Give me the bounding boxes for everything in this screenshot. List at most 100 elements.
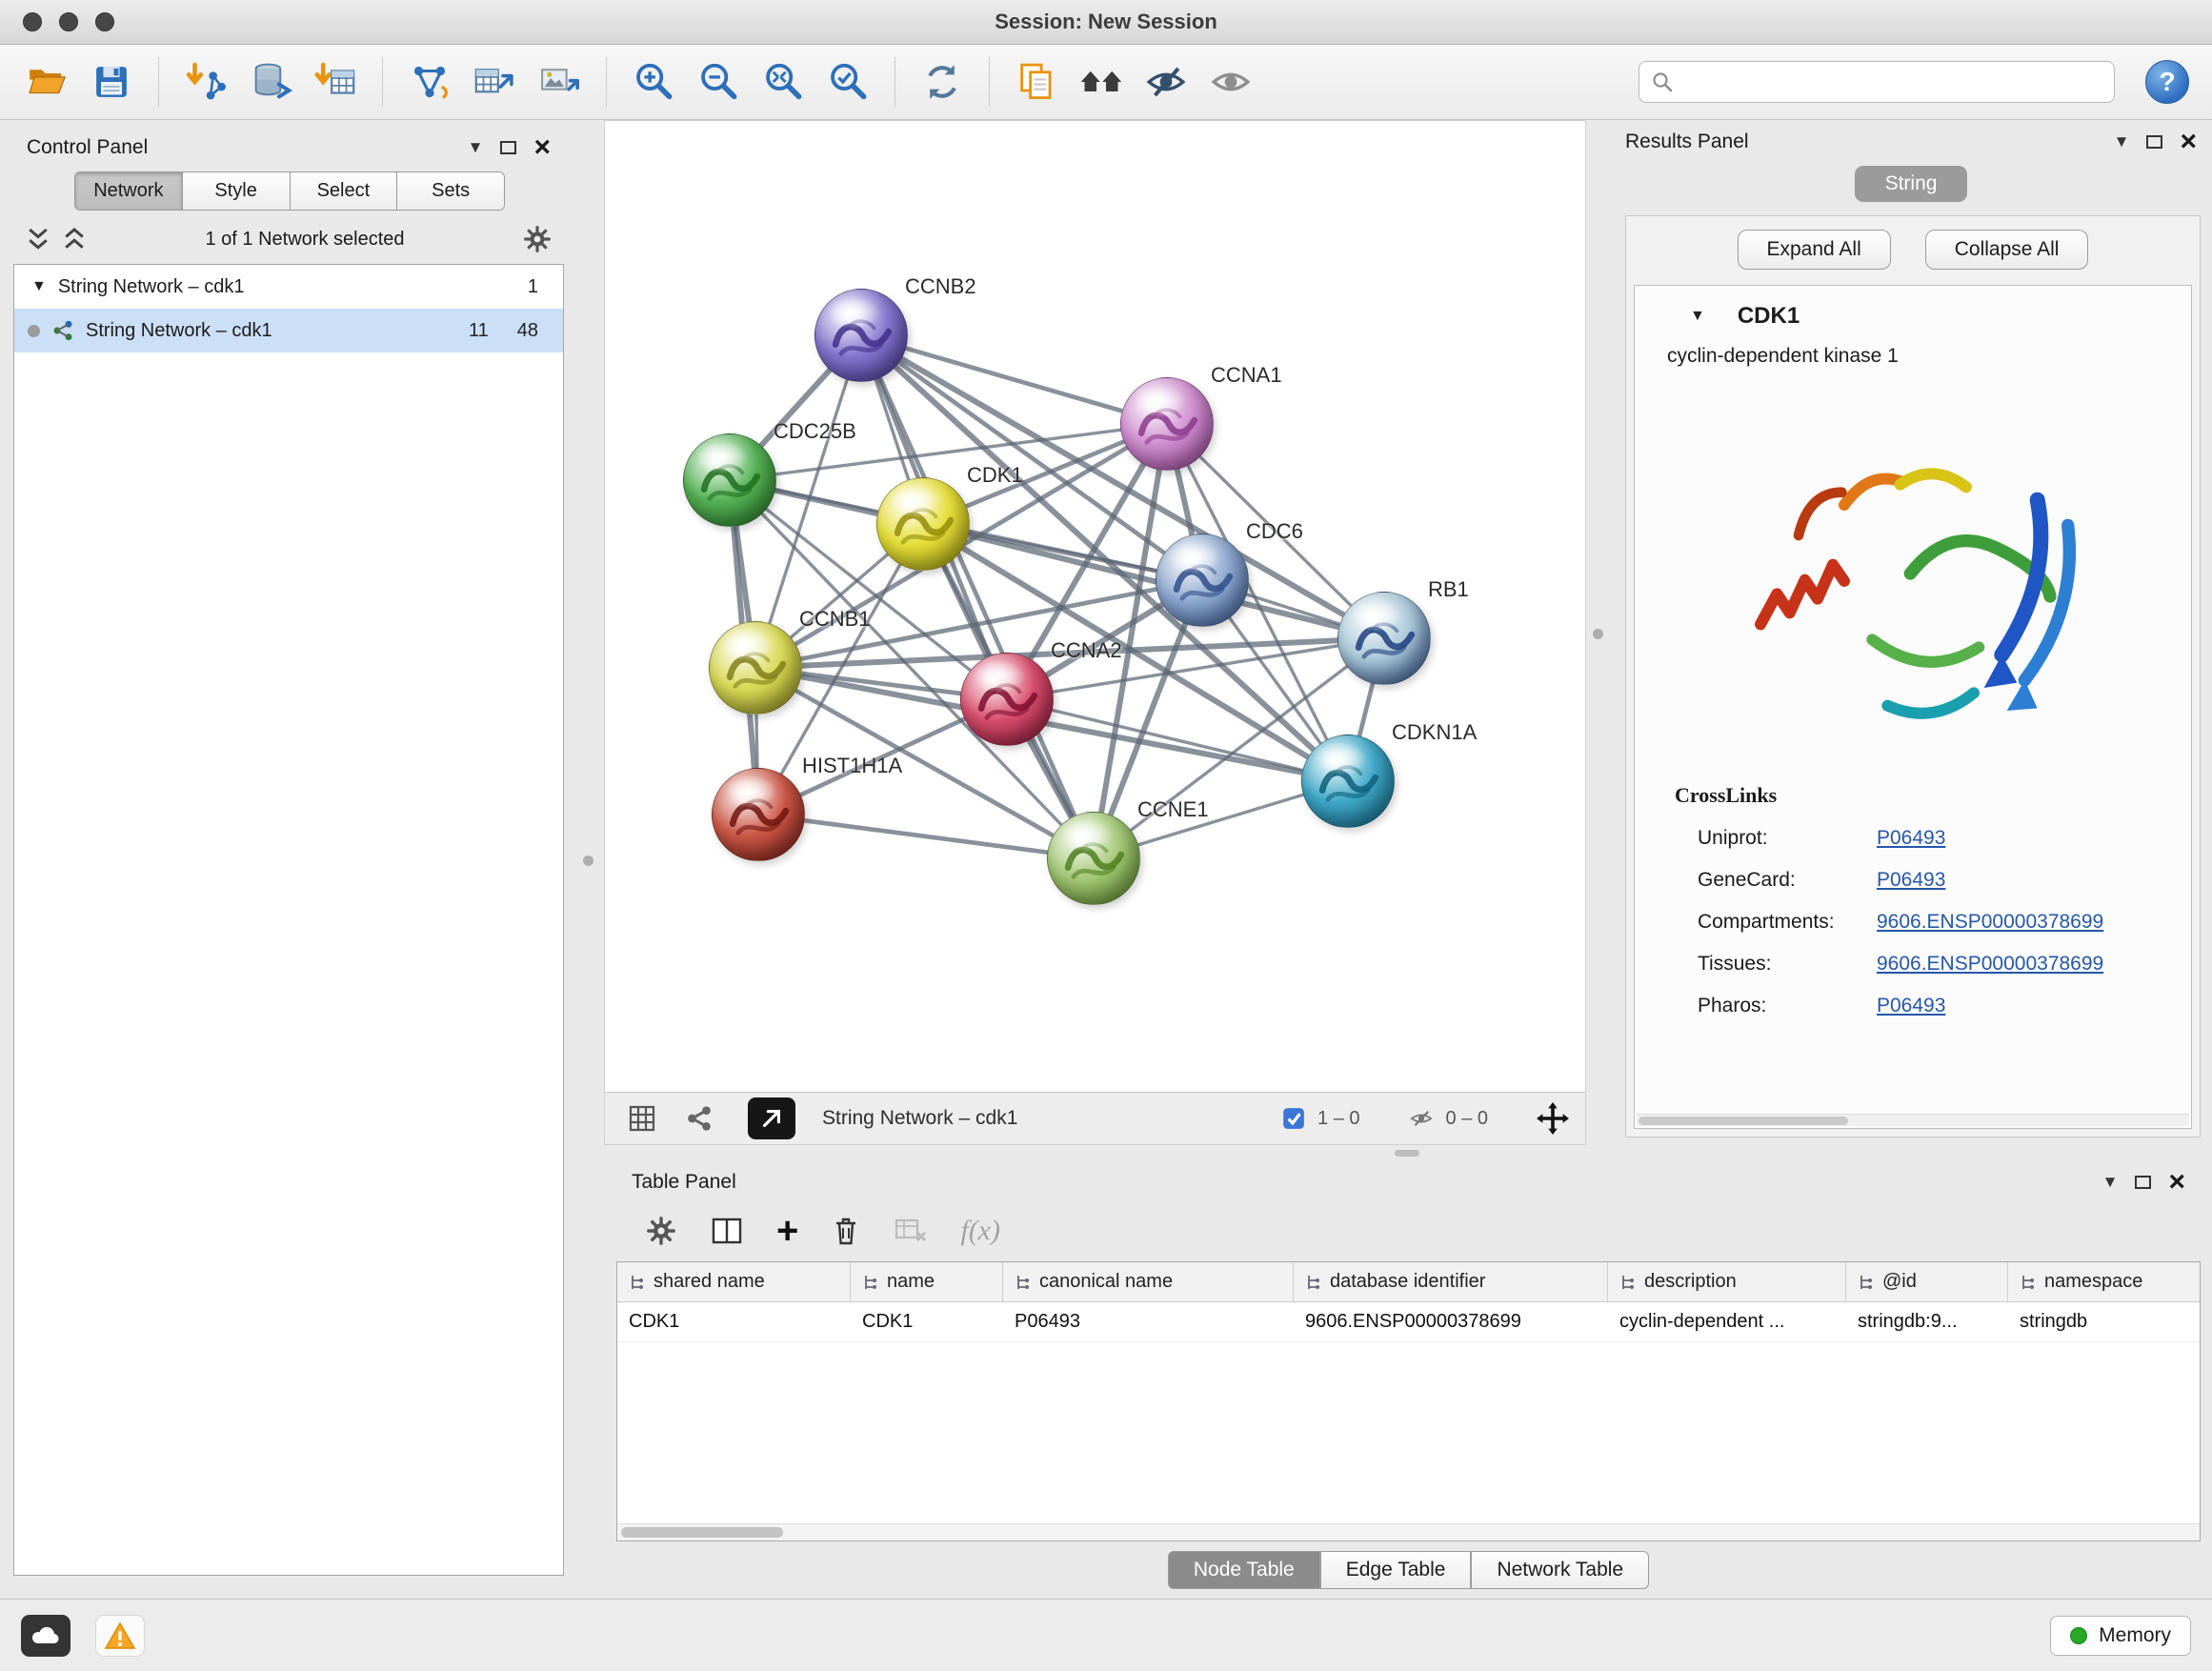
network-collection-row[interactable]: ▼ String Network – cdk1 1 [14, 265, 563, 309]
table-cell[interactable]: CDK1 [617, 1302, 851, 1341]
gear-icon[interactable] [645, 1215, 677, 1247]
open-session-button[interactable] [17, 53, 76, 111]
network-from-table-button[interactable] [465, 53, 524, 111]
maximize-window-button[interactable] [95, 12, 114, 31]
table-cell[interactable]: stringdb:9... [1846, 1302, 2008, 1341]
tab-network-table[interactable]: Network Table [1471, 1551, 1649, 1589]
cloud-button[interactable] [21, 1615, 70, 1657]
horizontal-splitter[interactable] [604, 1145, 2212, 1160]
memory-button[interactable]: Memory [2050, 1616, 2191, 1656]
export-image-button[interactable] [530, 53, 589, 111]
minimize-window-button[interactable] [59, 12, 78, 31]
horizontal-scrollbar[interactable] [1637, 1114, 2189, 1126]
network-node-ccne1[interactable] [1047, 812, 1140, 905]
crosslink-pharos[interactable]: P06493 [1877, 990, 1945, 1022]
network-overview-button[interactable] [677, 1098, 721, 1138]
column-header[interactable]: description [1608, 1262, 1846, 1301]
disclosure-triangle-icon[interactable]: ▼ [31, 278, 47, 295]
network-node-ccnb1[interactable] [709, 621, 802, 715]
refresh-button[interactable] [913, 53, 972, 111]
hidden-eye-slash-icon[interactable] [1408, 1106, 1435, 1131]
collapse-panel-icon[interactable]: ▼ [2114, 132, 2130, 151]
collapse-all-rows-icon[interactable] [61, 225, 88, 253]
column-header[interactable]: name [851, 1262, 1003, 1301]
zoom-in-button[interactable] [624, 53, 683, 111]
splitter-handle[interactable] [1395, 1150, 1419, 1157]
selected-checkbox-icon[interactable] [1281, 1106, 1306, 1131]
tab-string[interactable]: String [1855, 166, 1968, 202]
tab-sets[interactable]: Sets [397, 172, 504, 210]
column-header[interactable]: canonical name [1003, 1262, 1294, 1301]
close-panel-icon[interactable]: × [533, 133, 551, 162]
tab-edge-table[interactable]: Edge Table [1320, 1551, 1472, 1589]
table-cell[interactable]: 9606.ENSP00000378699 [1294, 1302, 1608, 1341]
close-window-button[interactable] [23, 12, 42, 31]
eye-button[interactable] [1201, 53, 1260, 111]
import-network-database-button[interactable] [241, 53, 300, 111]
import-network-file-button[interactable] [176, 53, 235, 111]
import-table-button[interactable] [306, 53, 365, 111]
network-node-ccna2[interactable] [960, 653, 1054, 746]
network-node-rb1[interactable] [1337, 592, 1431, 685]
column-header[interactable]: database identifier [1294, 1262, 1608, 1301]
float-panel-icon[interactable] [500, 141, 516, 154]
documents-button[interactable] [1007, 53, 1066, 111]
zoom-out-button[interactable] [689, 53, 748, 111]
search-input[interactable] [1681, 71, 2102, 93]
float-panel-icon[interactable] [2146, 135, 2162, 149]
expand-all-button[interactable]: Expand All [1738, 230, 1891, 270]
table-cell[interactable]: stringdb [2008, 1302, 2201, 1341]
gear-icon[interactable] [522, 224, 553, 254]
close-panel-icon[interactable]: × [2180, 128, 2197, 156]
tab-node-table[interactable]: Node Table [1168, 1551, 1320, 1589]
new-network-button[interactable] [400, 53, 459, 111]
network-row[interactable]: String Network – cdk1 11 48 [14, 309, 563, 352]
expand-all-rows-icon[interactable] [25, 225, 51, 253]
network-node-cdc25b[interactable] [683, 433, 776, 527]
horizontal-scrollbar[interactable] [617, 1523, 2200, 1540]
network-node-cdkn1a[interactable] [1301, 735, 1395, 828]
zoom-selected-button[interactable] [818, 53, 877, 111]
crosslink-uniprot[interactable]: P06493 [1877, 822, 1945, 855]
table-cell[interactable]: CDK1 [851, 1302, 1003, 1341]
trash-icon[interactable] [831, 1215, 861, 1247]
splitter-handle[interactable] [1593, 629, 1603, 639]
crosslink-genecard[interactable]: P06493 [1877, 864, 1945, 896]
float-panel-icon[interactable] [2135, 1176, 2151, 1189]
table-row[interactable]: CDK1 CDK1 P06493 9606.ENSP00000378699 cy… [617, 1302, 2200, 1342]
scrollbar-thumb[interactable] [1639, 1117, 1848, 1125]
collapse-panel-icon[interactable]: ▼ [468, 138, 484, 157]
disclosure-triangle-icon[interactable]: ▼ [1690, 308, 1705, 325]
add-column-button[interactable]: + [776, 1212, 798, 1250]
tab-network[interactable]: Network [75, 172, 183, 210]
move-crosshair-icon[interactable] [1536, 1101, 1570, 1136]
network-node-cdk1[interactable] [876, 477, 970, 571]
network-node-ccnb2[interactable] [814, 289, 908, 382]
warnings-button[interactable] [95, 1615, 145, 1657]
collapse-all-button[interactable]: Collapse All [1925, 230, 2089, 270]
save-session-button[interactable] [82, 53, 141, 111]
splitter-handle[interactable] [583, 856, 593, 866]
column-header[interactable]: namespace [2008, 1262, 2201, 1301]
close-panel-icon[interactable]: × [2168, 1168, 2185, 1197]
eye-slash-button[interactable] [1136, 53, 1196, 111]
network-canvas[interactable]: CCNB2CCNA1CDC25BCDK1CDC6RB1CCNB1CCNA2CDK… [605, 121, 1585, 1092]
collapse-panel-icon[interactable]: ▼ [2102, 1173, 2119, 1192]
column-header[interactable]: @id [1846, 1262, 2008, 1301]
grid-view-button[interactable] [620, 1098, 664, 1138]
crosslink-compartments[interactable]: 9606.ENSP00000378699 [1877, 906, 2103, 938]
table-cell[interactable]: cyclin-dependent ... [1608, 1302, 1846, 1341]
title-bar[interactable]: Session: New Session [0, 0, 2212, 45]
tab-select[interactable]: Select [291, 172, 398, 210]
zoom-fit-button[interactable] [754, 53, 813, 111]
tab-style[interactable]: Style [183, 172, 291, 210]
table-cell[interactable]: P06493 [1003, 1302, 1294, 1341]
scrollbar-thumb[interactable] [621, 1527, 783, 1538]
column-header[interactable]: shared name [617, 1262, 851, 1301]
home-button[interactable] [1072, 53, 1131, 111]
columns-icon[interactable] [710, 1215, 744, 1247]
open-in-new-button[interactable] [748, 1097, 795, 1139]
crosslink-tissues[interactable]: 9606.ENSP00000378699 [1877, 948, 2103, 980]
network-node-ccna1[interactable] [1120, 377, 1214, 471]
help-button[interactable]: ? [2145, 60, 2189, 104]
